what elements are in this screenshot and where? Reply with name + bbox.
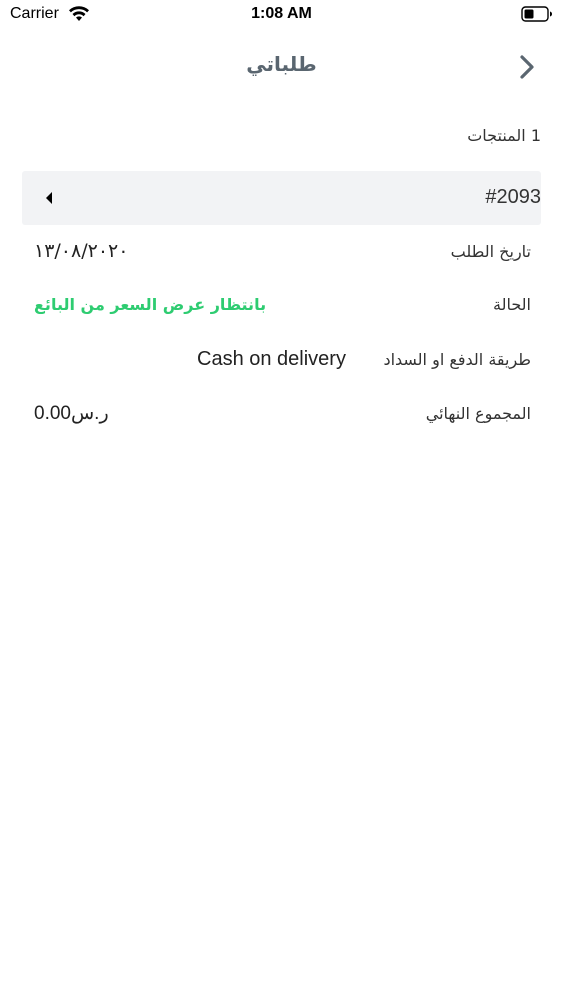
order-number: #2093 [485, 186, 541, 208]
caret-left-icon [46, 192, 52, 204]
order-status-label: الحالة [493, 295, 531, 314]
chevron-right-icon[interactable] [515, 52, 539, 82]
products-count: 1 المنتجات [467, 126, 541, 145]
page-title: طلباتي [246, 52, 317, 76]
clock: 1:08 AM [251, 5, 312, 22]
order-total-label: المجموع النهائي [425, 404, 531, 423]
order-date-value: ١٣/٠٨/٢٠٢٠ [34, 240, 129, 262]
order-header[interactable]: #2093 [22, 171, 541, 225]
nav-bar: طلباتي [0, 40, 563, 96]
order-status-row: الحالة بانتظار عرض السعر من البائع [32, 291, 531, 321]
order-status-value: بانتظار عرض السعر من البائع [34, 295, 267, 314]
order-total-row: المجموع النهائي 0.00ر.س [32, 400, 531, 430]
payment-method-label: طريقة الدفع او السداد [383, 350, 531, 369]
order-date-row: تاريخ الطلب ١٣/٠٨/٢٠٢٠ [32, 238, 531, 268]
payment-method-row: طريقة الدفع او السداد Cash on delivery [32, 346, 531, 376]
status-bar: Carrier 1:08 AM [0, 0, 563, 30]
battery-icon [521, 6, 552, 22]
order-total-value: 0.00ر.س [34, 403, 109, 424]
payment-method-value: Cash on delivery [197, 348, 346, 370]
order-date-label: تاريخ الطلب [450, 242, 531, 261]
